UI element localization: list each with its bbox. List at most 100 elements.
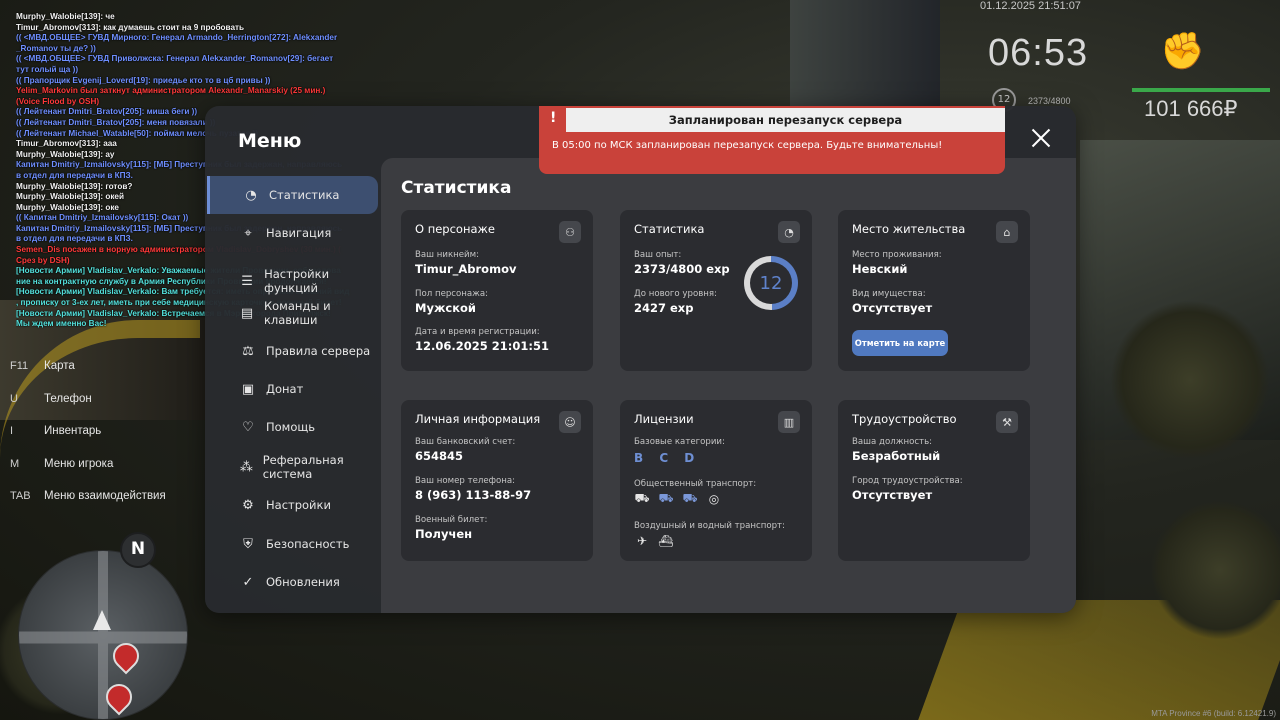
hud-clock: 06:53	[988, 32, 1089, 74]
player-arrow-icon	[93, 610, 111, 630]
nick-label: Ваш никнейм:	[415, 250, 480, 260]
hud-exp: 2373/4800	[1028, 96, 1071, 106]
sidebar-item-updates[interactable]: ✓ Обновления	[207, 563, 375, 601]
base-categories-value: B C D	[634, 451, 701, 465]
sidebar-item-label: Донат	[266, 382, 304, 396]
hud-money: 101 666₽	[1144, 96, 1238, 121]
sidebar-item-label: Настройки функций	[264, 267, 330, 295]
sidebar-item-label: Статистика	[269, 188, 340, 202]
reg-value: 12.06.2025 21:01:51	[415, 339, 549, 353]
referral-icon: ⁂	[239, 459, 253, 475]
smile-icon: ☺	[559, 411, 581, 433]
card-character: О персонаже ⚇ Ваш никнейм: Timur_Abromov…	[401, 210, 593, 371]
sidebar-item-rules[interactable]: ⚖ Правила сервера	[207, 332, 375, 370]
card-residence: Место жительства ⌂ Место проживания: Нев…	[838, 210, 1030, 371]
position-value: Безработный	[852, 449, 941, 463]
tree	[1110, 300, 1270, 460]
gear-icon: ⚙	[242, 497, 254, 513]
airplane-icon: ✈	[636, 534, 648, 548]
fist-icon: ✊	[1160, 31, 1205, 72]
wallet-icon: ▣	[241, 381, 255, 397]
sidebar-item-label: Безопасность	[266, 537, 350, 551]
air-water-label: Воздушный и водный транспорт:	[634, 521, 785, 531]
reg-label: Дата и время регистрации:	[415, 327, 540, 337]
card-title: Статистика	[634, 222, 705, 236]
card-title: Личная информация	[415, 412, 541, 426]
hotkey-inventory[interactable]: I Инвентарь	[10, 415, 200, 448]
chat-line: _Romanov ты де? ))	[16, 43, 96, 53]
level-progress-ring: 12	[744, 256, 798, 310]
sidebar-item-commands[interactable]: ▤ Команды и клавиши	[207, 294, 375, 332]
public-transport-label: Общественный транспорт:	[634, 479, 757, 489]
military-value: Получен	[415, 527, 473, 541]
base-categories-label: Базовые категории:	[634, 437, 725, 447]
health-bar	[1132, 88, 1270, 92]
heart-hand-icon: ♡	[242, 419, 254, 435]
minimap[interactable]	[18, 550, 188, 720]
hotkey-key: M	[10, 457, 20, 470]
sidebar-item-label: Навигация	[266, 226, 332, 240]
hotkey-phone[interactable]: U Телефон	[10, 383, 200, 416]
chat-line: тут голый ща ))	[16, 64, 79, 74]
card-employment: Трудоустройство ⚒ Ваша должность: Безраб…	[838, 400, 1030, 561]
chat-line: (( Прапорщик Evgenij_Loverd[19]: приедье…	[16, 75, 271, 85]
close-button[interactable]	[1029, 126, 1053, 150]
property-label: Вид имущества:	[852, 289, 926, 299]
gender-value: Мужской	[415, 301, 476, 315]
level-number: 12	[759, 272, 783, 294]
build-info: MTA Province #6 (build: 6.12421.9)	[1151, 709, 1276, 718]
sidebar-item-label: Настройки	[266, 498, 331, 512]
menu-title: Меню	[238, 130, 302, 152]
next-level-label: До нового уровня:	[634, 289, 717, 299]
gender-label: Пол персонажа:	[415, 289, 489, 299]
nick-value: Timur_Abromov	[415, 262, 517, 276]
boat-icon: ⛴	[658, 534, 674, 548]
content-title: Статистика	[401, 178, 512, 198]
sidebar-item-donate[interactable]: ▣ Донат	[207, 370, 375, 408]
air-water-icons: ✈ ⛴	[634, 533, 674, 549]
place-label: Место проживания:	[852, 250, 942, 260]
hotkey-label: Инвентарь	[44, 425, 102, 438]
card-stats: Статистика ◔ Ваш опыт: 2373/4800 exp До …	[620, 210, 812, 371]
phone-label: Ваш номер телефона:	[415, 476, 516, 486]
work-city-label: Город трудоустройства:	[852, 476, 963, 486]
hotkey-key: U	[10, 392, 18, 405]
tram-icon: ⛟	[682, 491, 698, 505]
sidebar-item-settings[interactable]: ⚙ Настройки	[207, 486, 375, 524]
sidebar-item-label: Обновления	[266, 575, 340, 589]
hotkey-list: F11 Карта U Телефон I Инвентарь M Меню игрок…	[10, 350, 200, 513]
bus-icon: ⛟	[634, 491, 650, 505]
hotkey-key: TAB	[10, 490, 31, 503]
hotkey-interaction-menu[interactable]: TAB Меню взаимодействия	[10, 480, 200, 513]
menu-window: Меню ◔ Статистика ⌖ Навигация ☰ Настройки ф…	[205, 106, 1076, 613]
chat-line: Murphy_Walobie[139]: че	[16, 12, 115, 21]
hud-datetime: 01.12.2025 21:51:07	[980, 0, 1081, 12]
sidebar-item-statistics[interactable]: ◔ Статистика	[207, 176, 378, 214]
notification-title: Запланирован перезапуск сервера	[566, 108, 1005, 132]
sidebar-item-label: Правила сервера	[266, 344, 371, 358]
compass-north-icon: N	[120, 532, 156, 568]
trolleybus-icon: ⛟	[658, 491, 674, 505]
hotkey-player-menu[interactable]: M Меню игрока	[10, 448, 200, 481]
card-licenses: Лицензии ▥ Базовые категории: B C D Обще…	[620, 400, 812, 561]
chat-line: Timur_Abromov[313]: как думаешь стоит на…	[16, 22, 245, 32]
work-city-value: Отсутствует	[852, 488, 933, 502]
hotkey-key: F11	[10, 360, 29, 373]
home-icon: ⌂	[996, 221, 1018, 243]
card-title: Лицензии	[634, 412, 694, 426]
hotkey-label: Меню взаимодействия	[44, 490, 166, 503]
chat-line: (( <МВД.ОБЩЕЕ> ГУВД Мирного: Генерал Arm…	[16, 33, 338, 43]
mark-on-map-button[interactable]: Отметить на карте	[852, 330, 948, 356]
sidebar-item-referral[interactable]: ⁂ Реферальная система	[207, 448, 375, 486]
settings-list-icon: ☰	[241, 273, 253, 289]
hotkey-label: Меню игрока	[44, 457, 114, 470]
sidebar-item-label: Реферальная система	[262, 453, 344, 481]
sidebar-item-security[interactable]: ⛨ Безопасность	[207, 525, 375, 563]
sidebar-item-navigation[interactable]: ⌖ Навигация	[207, 214, 375, 252]
sidebar-item-help[interactable]: ♡ Помощь	[207, 408, 375, 446]
exp-label: Ваш опыт:	[634, 250, 682, 260]
hotkey-map[interactable]: F11 Карта	[10, 350, 200, 383]
exp-value: 2373/4800 exp	[634, 262, 730, 276]
navigation-icon: ⌖	[244, 225, 252, 241]
military-label: Военный билет:	[415, 515, 488, 525]
